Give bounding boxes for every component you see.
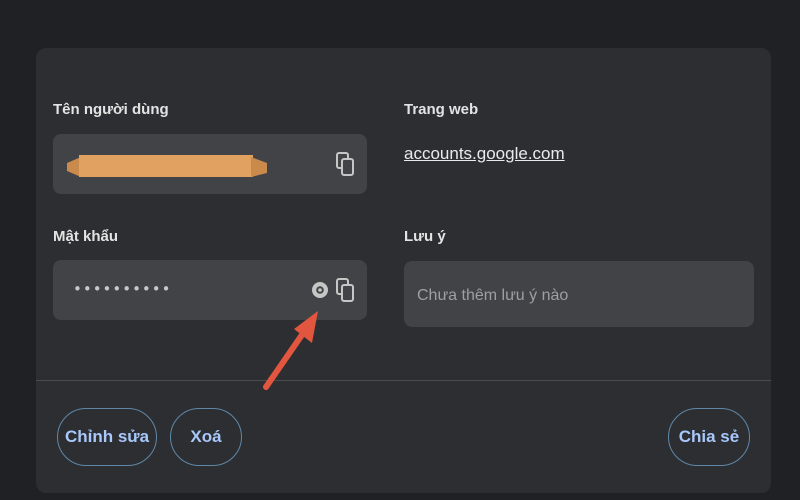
website-label: Trang web	[404, 101, 479, 118]
note-placeholder: Chưa thêm lưu ý nào	[417, 287, 569, 304]
password-label: Mật khẩu	[53, 228, 119, 245]
annotation-arrow	[263, 311, 318, 390]
divider	[36, 380, 771, 381]
delete-button[interactable]: Xoá	[170, 408, 242, 466]
share-button[interactable]: Chia sẻ	[668, 408, 750, 466]
eye-icon[interactable]	[309, 277, 331, 303]
username-field[interactable]	[53, 134, 367, 194]
password-details-card: Tên người dùng Trang web accounts.google…	[36, 48, 771, 493]
note-label: Lưu ý	[404, 228, 446, 245]
redaction-mark	[67, 155, 267, 177]
note-field[interactable]: Chưa thêm lưu ý nào	[404, 261, 754, 327]
username-label: Tên người dùng	[53, 101, 169, 118]
edit-button[interactable]: Chỉnh sửa	[57, 408, 157, 466]
password-masked-value: ••••••••••	[73, 280, 172, 298]
copy-username-icon[interactable]	[334, 151, 356, 177]
copy-password-icon[interactable]	[334, 277, 356, 303]
website-link[interactable]: accounts.google.com	[404, 144, 565, 164]
